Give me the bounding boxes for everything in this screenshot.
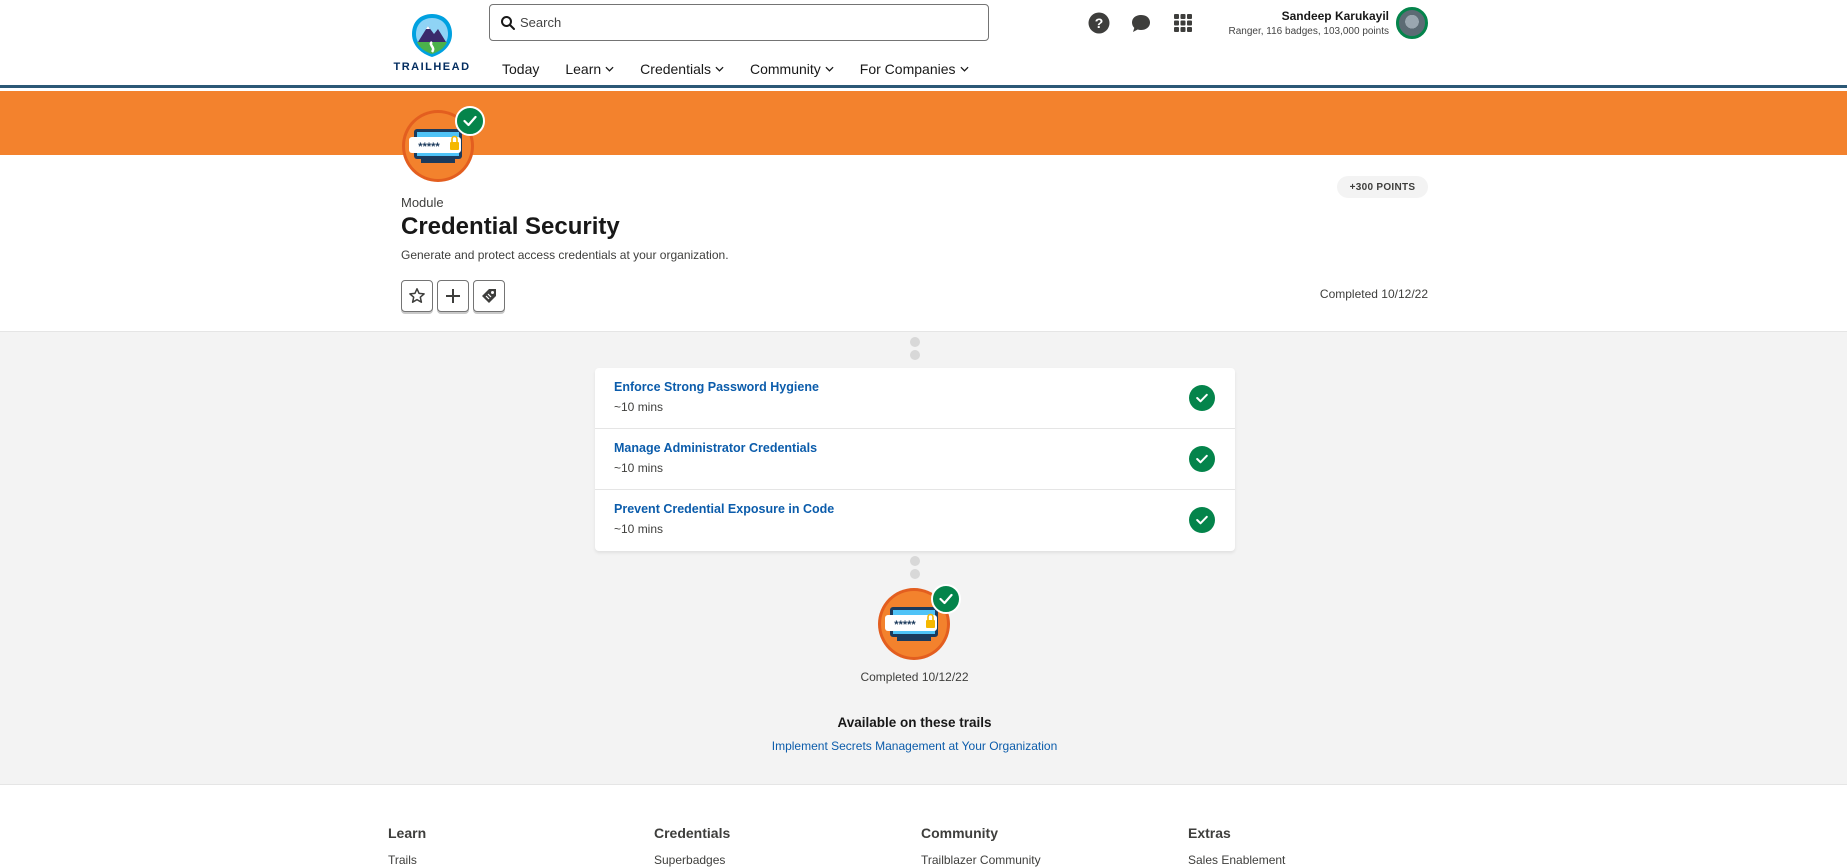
- unit-title-link[interactable]: Prevent Credential Exposure in Code: [614, 502, 834, 516]
- nav-label: Community: [750, 61, 821, 77]
- unit-duration: ~10 mins: [614, 522, 664, 536]
- progress-connector-top: [910, 337, 920, 363]
- footer-column-learn: Learn Trails: [388, 825, 426, 867]
- footer-link[interactable]: Trailblazer Community: [921, 853, 1041, 867]
- module-banner: [0, 91, 1847, 155]
- nav-label: For Companies: [859, 61, 956, 77]
- nav-label: Today: [502, 61, 540, 77]
- footer-link[interactable]: Sales Enablement: [1188, 853, 1285, 867]
- footer-heading: Credentials: [654, 825, 731, 841]
- svg-text:?: ?: [1095, 15, 1104, 31]
- search-icon: [501, 16, 515, 30]
- tag-button[interactable]: [473, 280, 505, 312]
- app-launcher-icon[interactable]: [1172, 12, 1194, 34]
- nav-label: Credentials: [640, 61, 711, 77]
- unit-list: Enforce Strong Password Hygiene ~10 mins…: [595, 368, 1235, 551]
- chevron-down-icon: [605, 66, 614, 72]
- nav-for-companies[interactable]: For Companies: [860, 61, 969, 77]
- badge-completed-check-icon: [931, 584, 961, 614]
- progress-connector-bottom: [910, 556, 920, 582]
- module-completed-date: Completed 10/12/22: [1319, 287, 1428, 301]
- unit-row[interactable]: Enforce Strong Password Hygiene ~10 mins: [595, 368, 1235, 429]
- badge-completed-date: Completed 10/12/22: [860, 670, 969, 684]
- module-description: Generate and protect access credentials …: [401, 248, 729, 262]
- unit-completed-check-icon: [1189, 446, 1215, 472]
- unit-title-link[interactable]: Manage Administrator Credentials: [614, 441, 817, 455]
- footer-column-extras: Extras Sales Enablement: [1188, 825, 1285, 867]
- module-actions: [401, 280, 505, 312]
- tag-icon: [482, 289, 496, 303]
- logo-text: TRAILHEAD: [393, 61, 471, 73]
- points-badge: +300 POINTS: [1337, 176, 1428, 198]
- nav-label: Learn: [565, 61, 602, 77]
- module-type-label: Module: [401, 195, 444, 210]
- user-name[interactable]: Sandeep Karukayil: [1282, 9, 1389, 23]
- star-icon: [409, 288, 425, 303]
- trails-heading: Available on these trails: [837, 715, 992, 730]
- nav-credentials[interactable]: Credentials: [640, 61, 724, 77]
- trailhead-logo[interactable]: TRAILHEAD: [392, 12, 472, 74]
- user-rank-summary: Ranger, 116 badges, 103,000 points: [1228, 26, 1390, 37]
- nav-community[interactable]: Community: [750, 61, 834, 77]
- footer-link[interactable]: Trails: [388, 853, 426, 867]
- footer-column-credentials: Credentials Superbadges: [654, 825, 730, 867]
- trail-link: Implement Secrets Management at Your Org…: [0, 739, 1829, 753]
- module-completed-check-icon: [455, 106, 485, 136]
- footer-heading: Community: [921, 825, 998, 841]
- favorite-button[interactable]: [401, 280, 433, 312]
- unit-row[interactable]: Prevent Credential Exposure in Code ~10 …: [595, 490, 1235, 551]
- chevron-down-icon: [825, 66, 834, 72]
- unit-completed-check-icon: [1189, 385, 1215, 411]
- chat-icon[interactable]: [1130, 12, 1152, 34]
- chevron-down-icon: [959, 66, 969, 72]
- trailhead-mountain-icon: [412, 14, 452, 57]
- search-input[interactable]: Search: [489, 4, 989, 41]
- unit-completed-check-icon: [1189, 507, 1215, 533]
- chevron-down-icon: [715, 66, 724, 72]
- unit-duration: ~10 mins: [614, 461, 664, 475]
- nav-today[interactable]: Today: [502, 61, 539, 77]
- footer-heading: Learn: [388, 825, 427, 841]
- trail-link-text[interactable]: Implement Secrets Management at Your Org…: [772, 739, 1058, 753]
- footer-heading: Extras: [1188, 825, 1231, 841]
- page-title: Credential Security: [401, 213, 620, 240]
- main-nav: Today Learn Credentials Community For Co…: [502, 61, 995, 77]
- top-header: TRAILHEAD Search Today Learn Credentials…: [0, 0, 1847, 88]
- help-icon[interactable]: ?: [1088, 12, 1110, 34]
- avatar[interactable]: [1396, 7, 1428, 39]
- footer-link[interactable]: Superbadges: [654, 853, 730, 867]
- badge-password-text: *****: [894, 619, 916, 631]
- unit-duration: ~10 mins: [614, 400, 664, 414]
- add-to-collection-button[interactable]: [437, 280, 469, 312]
- plus-icon: [446, 289, 460, 303]
- badge-password-text: *****: [418, 141, 440, 153]
- search-placeholder: Search: [520, 15, 562, 30]
- unit-row[interactable]: Manage Administrator Credentials ~10 min…: [595, 429, 1235, 490]
- unit-title-link[interactable]: Enforce Strong Password Hygiene: [614, 380, 819, 394]
- nav-learn[interactable]: Learn: [565, 61, 614, 77]
- footer-column-community: Community Trailblazer Community: [921, 825, 1041, 867]
